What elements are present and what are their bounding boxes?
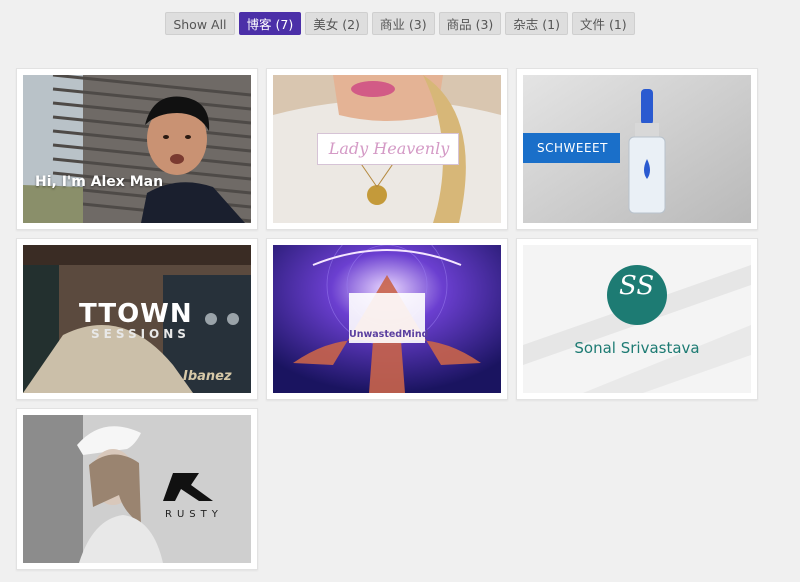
portfolio-item-title: TTOWN: [79, 299, 193, 329]
portfolio-item-lady-heavenly[interactable]: Lady Heavenly: [266, 68, 508, 230]
portfolio-item-title: Lady Heavenly: [328, 139, 450, 158]
sonal-srivastava-artwork: [523, 245, 751, 393]
rusty-photo: [23, 415, 251, 563]
portfolio-thumbnail: TTOWN SESSIONS Ibanez: [23, 245, 251, 393]
alex-man-photo: [23, 75, 251, 223]
portfolio-item-sonal-srivastava[interactable]: SS Sonal Srivastava: [516, 238, 758, 400]
portfolio-thumbnail: UnwastedMind: [273, 245, 501, 393]
portfolio-item-rusty[interactable]: RUSTY: [16, 408, 258, 570]
portfolio-item-title: Hi, I'm Alex Man: [35, 174, 164, 190]
schweeet-logo-box: SCHWEEET: [523, 133, 620, 163]
unwastedmind-logo-box: UnwastedMind: [349, 293, 429, 343]
portfolio-item-alex-man[interactable]: Hi, I'm Alex Man: [16, 68, 258, 230]
portfolio-item-title: Sonal Srivastava: [574, 339, 700, 357]
portfolio-item-ttown-sessions[interactable]: TTOWN SESSIONS Ibanez: [16, 238, 258, 400]
filter-document-button[interactable]: 文件 (1): [571, 12, 635, 35]
portfolio-thumbnail: SS Sonal Srivastava: [523, 245, 751, 393]
portfolio-item-title: RUSTY: [165, 509, 223, 520]
portfolio-item-subtitle: SESSIONS: [91, 327, 190, 341]
portfolio-filter-bar: Show All 博客 (7) 美女 (2) 商业 (3) 商品 (3) 杂志 …: [0, 12, 800, 35]
portfolio-item-title: UnwastedMind: [349, 329, 429, 340]
sonal-monogram: SS: [619, 271, 655, 301]
portfolio-item-unwastedmind[interactable]: UnwastedMind: [266, 238, 508, 400]
filter-beauty-button[interactable]: 美女 (2): [305, 12, 368, 35]
portfolio-item-schweeet[interactable]: SCHWEEET: [516, 68, 758, 230]
filter-blog-button[interactable]: 博客 (7): [238, 12, 302, 35]
ibanez-brand-text: Ibanez: [183, 369, 232, 384]
portfolio-thumbnail: Hi, I'm Alex Man: [23, 75, 251, 223]
portfolio-thumbnail: SCHWEEET: [523, 75, 751, 223]
portfolio-item-title: SCHWEEET: [537, 141, 608, 155]
filter-show-all-button[interactable]: Show All: [165, 12, 235, 35]
portfolio-thumbnail: Lady Heavenly: [273, 75, 501, 223]
portfolio-thumbnail: RUSTY: [23, 415, 251, 563]
lady-heavenly-logo-box: Lady Heavenly: [317, 133, 459, 165]
filter-magazine-button[interactable]: 杂志 (1): [505, 12, 568, 35]
filter-business-button[interactable]: 商业 (3): [371, 12, 435, 35]
filter-product-button[interactable]: 商品 (3): [438, 12, 502, 35]
